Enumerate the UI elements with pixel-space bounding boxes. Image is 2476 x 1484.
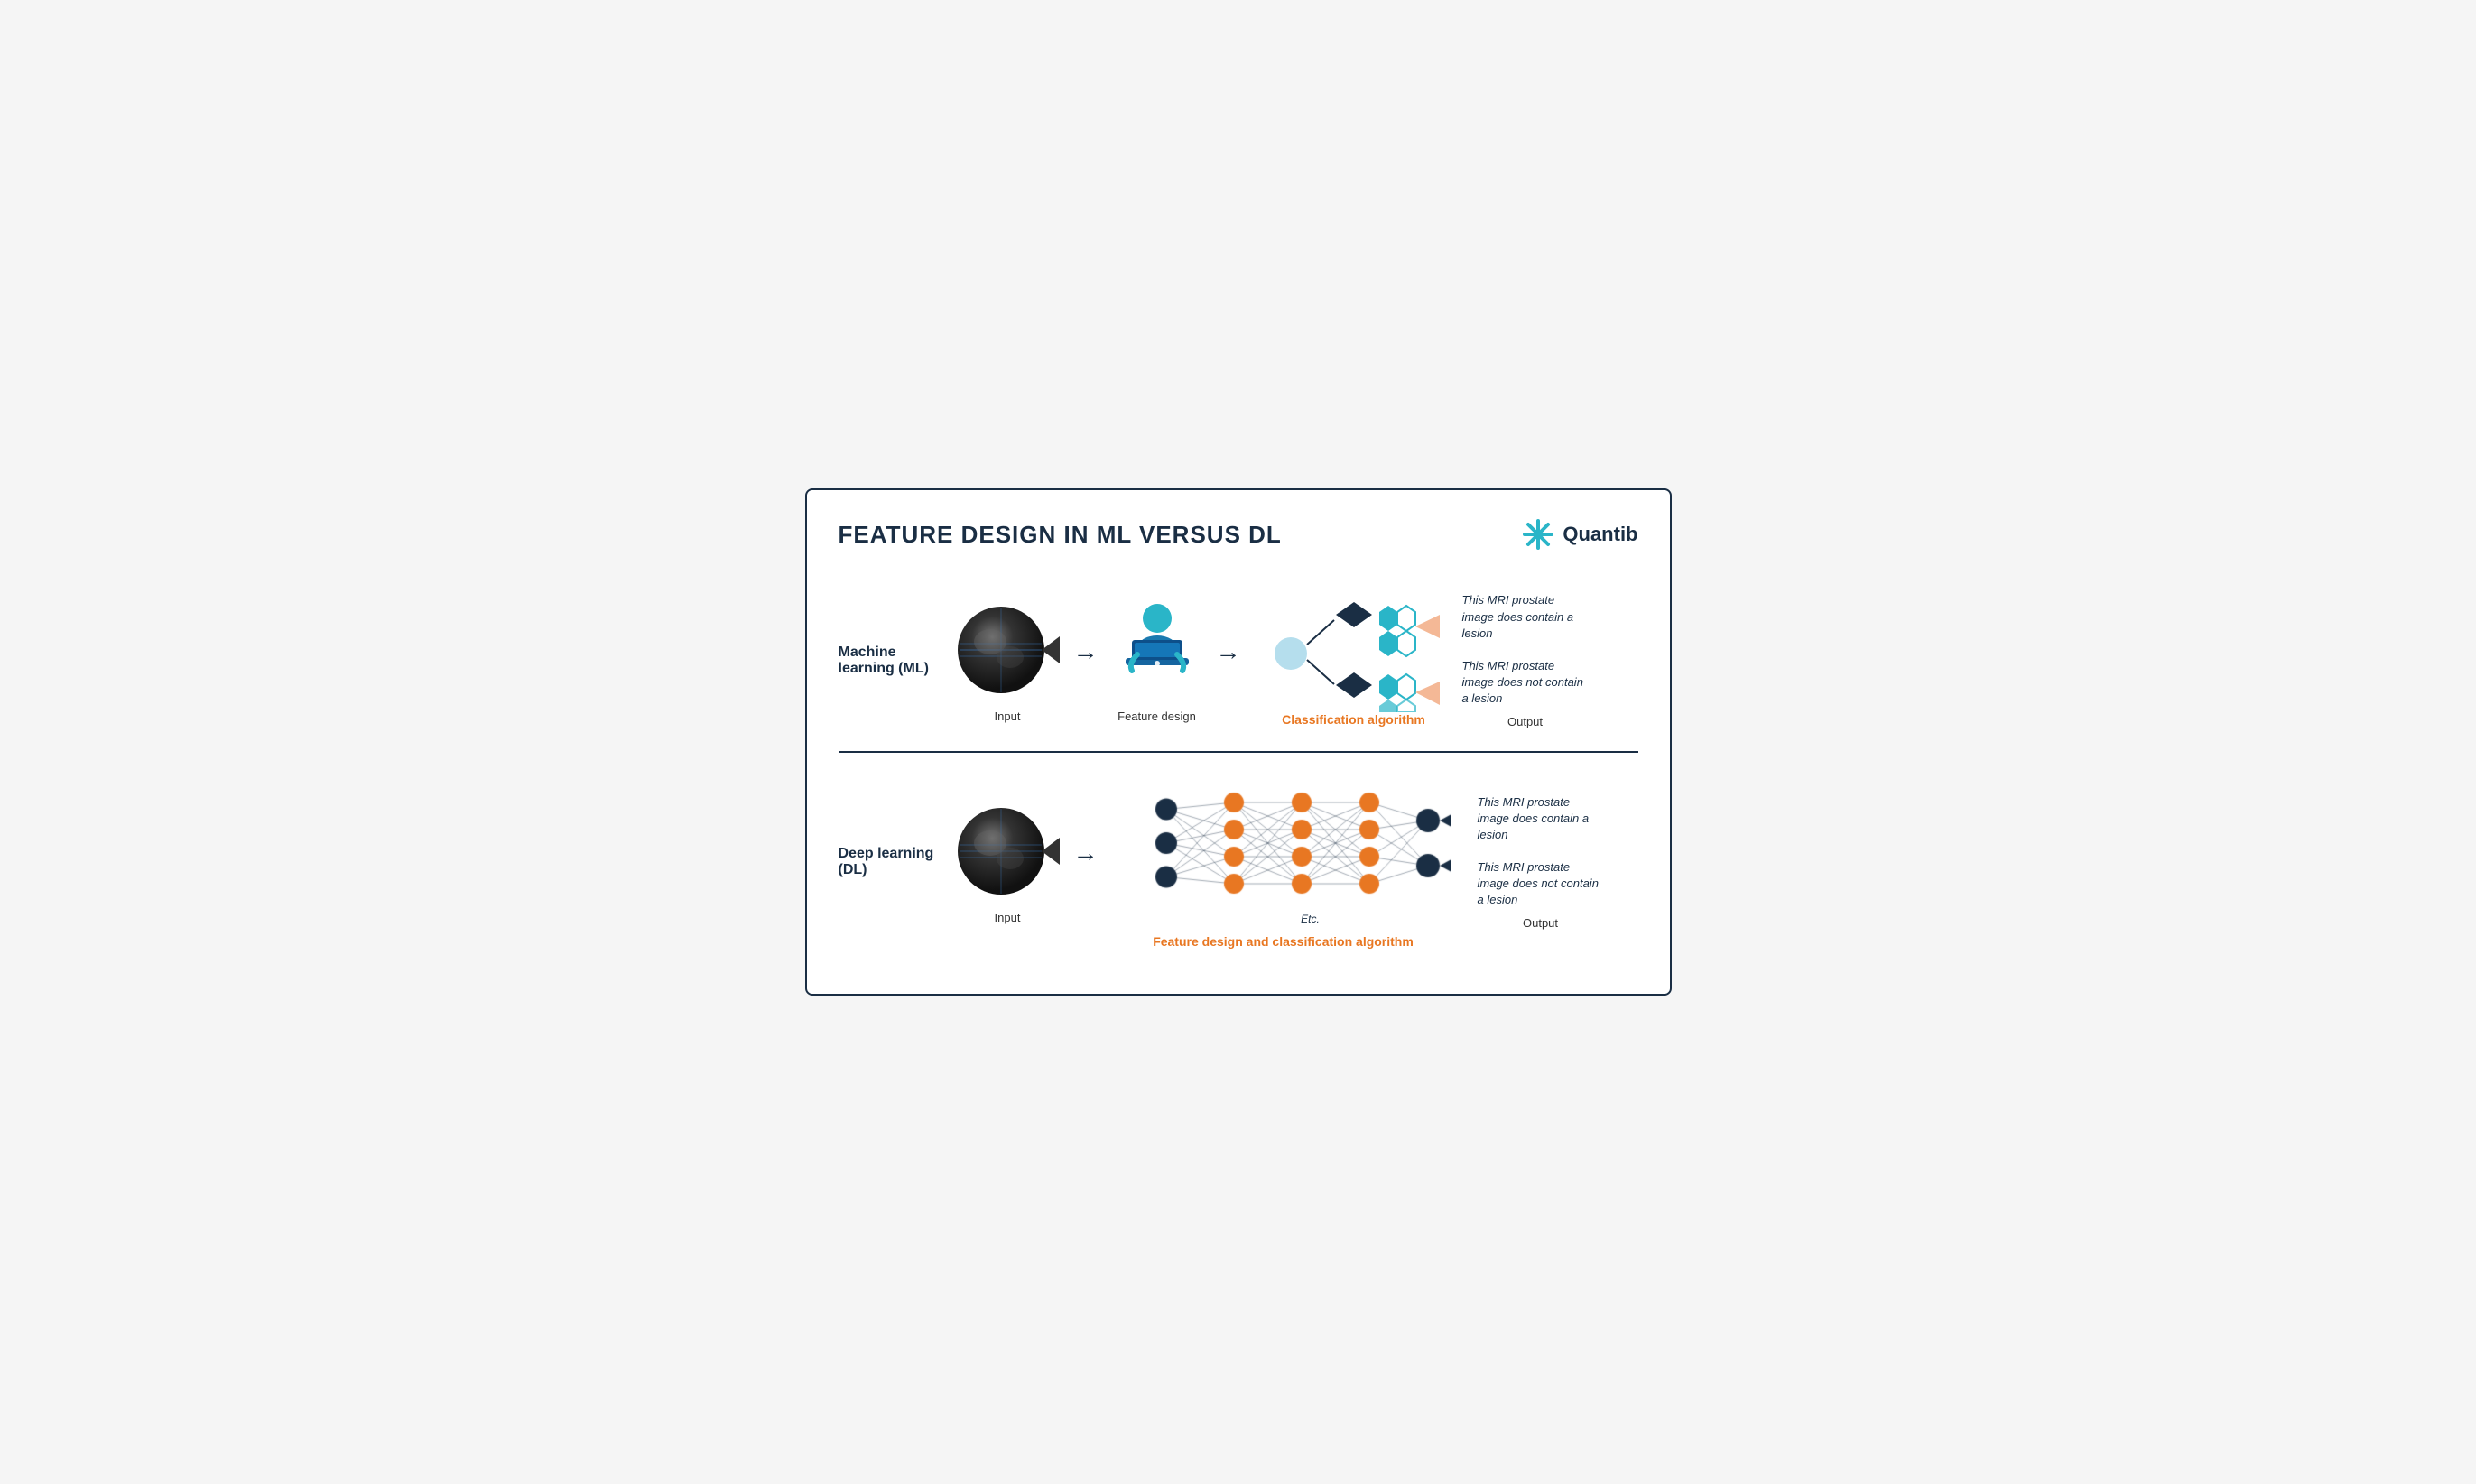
diagram-container: FEATURE DESIGN IN ML VERSUS DL Quantib M… xyxy=(805,488,1672,995)
ml-feature-block: Feature design xyxy=(1112,598,1202,723)
ml-classification-diagram xyxy=(1264,595,1444,712)
dl-output-text-2: This MRI prostate image does not contain… xyxy=(1478,859,1604,909)
dl-arrow-1: → xyxy=(1073,840,1099,866)
dl-output-label: Output xyxy=(1523,916,1558,930)
ml-output-item-1: This MRI prostate image does contain a l… xyxy=(1462,592,1589,642)
dl-input-label: Input xyxy=(995,911,1021,924)
dl-section: Deep learning (DL) xyxy=(839,757,1638,967)
dl-output-item-2: This MRI prostate image does not contain… xyxy=(1478,859,1604,909)
ml-classification-block: Classification algorithm xyxy=(1264,595,1444,727)
main-title: FEATURE DESIGN IN ML VERSUS DL xyxy=(839,521,1282,549)
section-divider xyxy=(839,751,1638,753)
ml-section: Machine learning (ML) xyxy=(839,574,1638,746)
dl-mri-image xyxy=(956,800,1060,904)
ml-person-icon xyxy=(1112,598,1202,702)
dl-network-block: Etc. Feature design and classification a… xyxy=(1112,775,1455,949)
ml-classification-label: Classification algorithm xyxy=(1282,712,1425,727)
dl-output-block: This MRI prostate image does contain a l… xyxy=(1469,794,1613,930)
dl-output-item-1: This MRI prostate image does contain a l… xyxy=(1478,794,1604,844)
ml-mri-image xyxy=(956,598,1060,702)
dl-combined-label: Feature design and classification algori… xyxy=(1153,934,1414,949)
ml-arrow-1: → xyxy=(1073,639,1099,664)
ml-output-text-1: This MRI prostate image does contain a l… xyxy=(1462,592,1589,642)
ml-input-label: Input xyxy=(995,710,1021,723)
logo: Quantib xyxy=(1521,517,1637,552)
ml-section-label: Machine learning (ML) xyxy=(839,645,956,677)
header-row: FEATURE DESIGN IN ML VERSUS DL Quantib xyxy=(839,517,1638,552)
ml-output-label: Output xyxy=(1507,715,1543,728)
ml-input-block: Input xyxy=(956,598,1060,723)
logo-text: Quantib xyxy=(1563,523,1637,546)
ml-output-block: This MRI prostate image does contain a l… xyxy=(1453,592,1598,728)
ml-feature-label: Feature design xyxy=(1117,710,1196,723)
ml-output-text-2: This MRI prostate image does not contain… xyxy=(1462,658,1589,708)
dl-output-text-1: This MRI prostate image does contain a l… xyxy=(1478,794,1604,844)
ml-output-item-2: This MRI prostate image does not contain… xyxy=(1462,658,1589,708)
quantib-logo-icon xyxy=(1521,517,1555,552)
dl-section-label: Deep learning (DL) xyxy=(839,846,956,878)
dl-etc-label: Etc. xyxy=(1301,913,1320,925)
dl-neural-network xyxy=(1117,775,1451,911)
dl-input-block: Input xyxy=(956,800,1060,924)
ml-arrow-2: → xyxy=(1216,639,1241,664)
